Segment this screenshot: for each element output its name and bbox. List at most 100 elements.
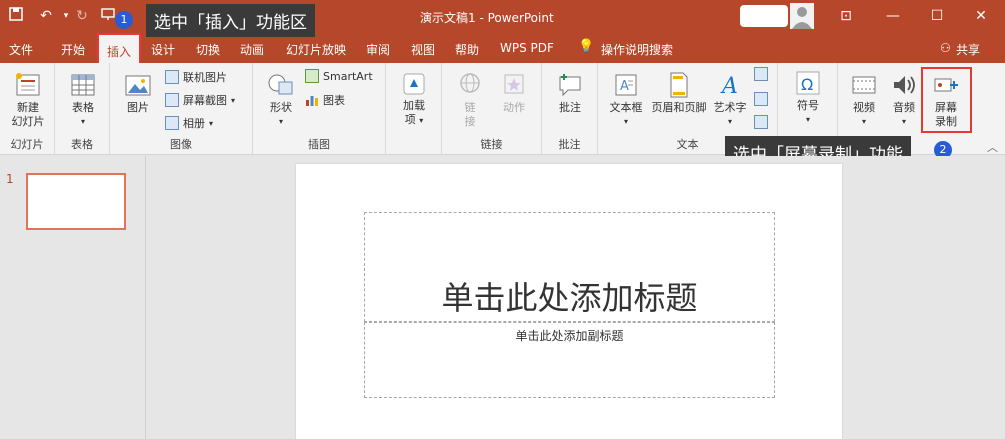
- menu-review[interactable]: 审阅: [366, 41, 390, 58]
- maximize-icon[interactable]: ☐: [927, 6, 947, 26]
- header-footer-label: 页眉和页脚: [651, 101, 707, 114]
- online-image-button[interactable]: 联机图片: [165, 69, 227, 85]
- menu-view[interactable]: 视图: [411, 41, 435, 58]
- menu-help[interactable]: 帮助: [455, 41, 479, 58]
- slide-number-icon[interactable]: [754, 92, 768, 109]
- present-icon[interactable]: [100, 7, 116, 25]
- video-icon: [852, 76, 876, 94]
- audio-button[interactable]: 音频 ▾: [886, 71, 922, 129]
- screenshot-icon: [165, 93, 179, 107]
- video-button[interactable]: 视频 ▾: [846, 71, 882, 129]
- step-1-callout: 选中「插入」功能区: [146, 4, 315, 37]
- video-dropdown-icon: ▾: [861, 117, 866, 126]
- group-images: 图片 联机图片 屏幕截图 ▾ 相册 ▾ 图像: [110, 63, 253, 155]
- group-links: 链 接 动作 链接: [442, 63, 542, 155]
- menu-transitions[interactable]: 切换: [196, 41, 220, 58]
- comment-button[interactable]: 批注: [550, 71, 590, 115]
- group-addins: 加载 项 ▾: [386, 63, 442, 155]
- svg-text:A: A: [720, 74, 738, 99]
- object-icon[interactable]: [754, 115, 768, 132]
- link-button[interactable]: 链 接: [452, 71, 488, 129]
- redo-icon[interactable]: ↻: [74, 7, 90, 25]
- wordart-label: 艺术字: [713, 101, 747, 114]
- audio-dropdown-icon: ▾: [901, 117, 906, 126]
- header-footer-button[interactable]: 页眉和页脚: [648, 71, 710, 115]
- subtitle-placeholder[interactable]: 单击此处添加副标题: [364, 322, 775, 398]
- undo-dropdown-icon[interactable]: ▾: [58, 7, 74, 25]
- group-illustrations: 形状 ▾ SmartArt 图表 插图: [253, 63, 386, 155]
- svg-text:Ω: Ω: [801, 75, 813, 94]
- online-image-label: 联机图片: [183, 71, 227, 84]
- account-name[interactable]: [740, 5, 788, 27]
- close-icon[interactable]: ✕: [971, 6, 991, 26]
- slide-thumb-number: 1: [6, 172, 14, 186]
- chart-label: 图表: [323, 94, 345, 107]
- new-slide-label: 新建 幻灯片: [11, 101, 45, 128]
- wordart-dropdown-icon: ▾: [727, 117, 732, 126]
- textbox-button[interactable]: A 文本框 ▾: [604, 71, 648, 129]
- chart-icon: [306, 96, 318, 106]
- menu-design[interactable]: 设计: [151, 41, 175, 58]
- symbol-label: 符号: [797, 99, 819, 112]
- new-slide-icon: [16, 73, 40, 96]
- menu-slideshow[interactable]: 幻灯片放映: [286, 41, 346, 58]
- chart-button[interactable]: 图表: [305, 92, 345, 108]
- group-label-slides: 幻灯片: [10, 138, 44, 151]
- date-time-icon[interactable]: [754, 67, 768, 84]
- smartart-button[interactable]: SmartArt: [305, 69, 373, 83]
- collapse-ribbon-icon[interactable]: ︿: [987, 139, 998, 155]
- screen-record-highlight: [921, 67, 972, 133]
- title-placeholder[interactable]: 单击此处添加标题: [364, 212, 775, 322]
- minimize-icon[interactable]: —: [883, 6, 903, 26]
- group-label-links: 链接: [480, 138, 503, 151]
- album-label: 相册: [183, 117, 205, 130]
- table-button[interactable]: 表格 ▾: [63, 71, 103, 129]
- menu-home[interactable]: 开始: [61, 41, 85, 58]
- header-footer-icon: [670, 72, 688, 98]
- video-label: 视频: [853, 101, 875, 114]
- wordart-icon: A: [720, 74, 738, 99]
- shapes-icon: [268, 74, 293, 95]
- lightbulb-icon: 💡: [578, 39, 595, 54]
- editing-canvas: 单击此处添加标题 单击此处添加副标题: [146, 156, 1005, 439]
- shapes-button[interactable]: 形状 ▾: [261, 71, 301, 129]
- album-icon: [165, 116, 179, 130]
- table-dropdown-icon: ▾: [80, 117, 85, 126]
- album-button[interactable]: 相册 ▾: [165, 115, 213, 131]
- speaker-icon: [894, 76, 915, 94]
- action-button[interactable]: 动作: [494, 71, 534, 115]
- screenshot-button[interactable]: 屏幕截图 ▾: [165, 92, 235, 108]
- menu-wps-pdf[interactable]: WPS PDF: [500, 41, 554, 55]
- addins-button[interactable]: 加载 项 ▾: [394, 71, 434, 128]
- smartart-icon: [305, 69, 319, 83]
- comment-icon: [559, 74, 581, 97]
- menu-file[interactable]: 文件: [9, 41, 33, 58]
- image-button[interactable]: 图片: [120, 71, 156, 115]
- menu-insert[interactable]: 插入: [97, 33, 142, 63]
- symbol-button[interactable]: Ω 符号 ▾: [788, 69, 828, 127]
- textbox-icon: A: [615, 74, 637, 96]
- ribbon-display-icon[interactable]: ⊡: [836, 6, 856, 26]
- undo-icon[interactable]: ↶: [38, 7, 54, 25]
- slide-thumbnail[interactable]: [26, 173, 126, 230]
- image-icon: [125, 75, 151, 96]
- comment-label: 批注: [559, 101, 581, 114]
- share-button[interactable]: 共享: [956, 41, 980, 58]
- avatar[interactable]: [790, 3, 814, 29]
- group-label-tables: 表格: [71, 138, 93, 151]
- textbox-dropdown-icon: ▾: [623, 117, 628, 126]
- action-icon: [504, 74, 524, 94]
- search-tell-me[interactable]: 操作说明搜索: [601, 41, 673, 58]
- audio-label: 音频: [893, 101, 915, 114]
- save-icon[interactable]: [8, 7, 24, 25]
- link-icon: [460, 73, 480, 93]
- menu-bar: 文件 开始 插入 设计 切换 动画 幻灯片放映 审阅 视图 帮助 WPS PDF…: [0, 33, 1005, 63]
- online-image-icon: [165, 70, 179, 84]
- slide[interactable]: 单击此处添加标题 单击此处添加副标题: [296, 164, 842, 439]
- menu-animations[interactable]: 动画: [240, 41, 264, 58]
- window-title: 演示文稿1 - PowerPoint: [420, 11, 554, 25]
- share-icon[interactable]: ⚇: [940, 41, 951, 55]
- new-slide-button[interactable]: 新建 幻灯片: [4, 71, 52, 129]
- symbol-dropdown-icon: ▾: [805, 115, 810, 124]
- wordart-button[interactable]: A 艺术字 ▾: [710, 71, 750, 129]
